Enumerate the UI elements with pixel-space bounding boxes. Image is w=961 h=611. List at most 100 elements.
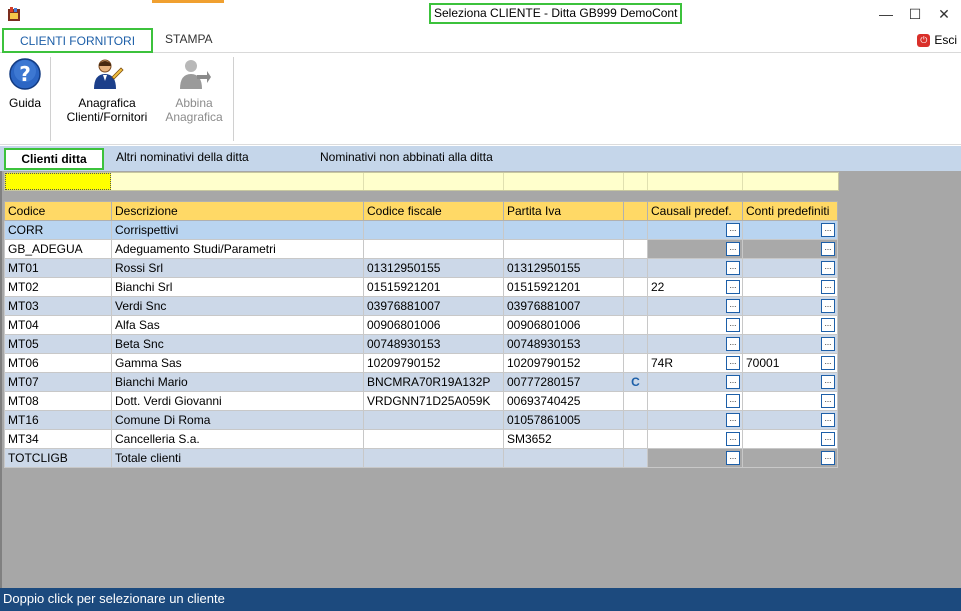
anagrafica-clienti-fornitori-button[interactable]: Anagrafica Clienti/Fornitori xyxy=(58,57,156,124)
conti-ellipsis-button[interactable]: ... xyxy=(821,242,835,256)
guida-button[interactable]: ? Guida xyxy=(4,57,46,110)
conti-ellipsis-button[interactable]: ... xyxy=(821,413,835,427)
column-header-descrizione[interactable]: Descrizione xyxy=(111,201,364,221)
conti-ellipsis-button[interactable]: ... xyxy=(821,223,835,237)
causali-ellipsis-button[interactable]: ... xyxy=(726,299,740,313)
table-row[interactable]: MT34 Cancelleria S.a. SM3652...... xyxy=(4,429,838,449)
table-row[interactable]: MT02 Bianchi Srl 01515921201 01515921201 22.… xyxy=(4,277,838,297)
cell-descrizione-text: Alfa Sas xyxy=(115,318,160,332)
cell-partita-iva: 00748930153 xyxy=(503,334,624,354)
causali-ellipsis-button[interactable]: ... xyxy=(726,242,740,256)
table-row[interactable]: GB_ADEGUA Adeguamento Studi/Parametri....… xyxy=(4,239,838,259)
causali-ellipsis-button[interactable]: ... xyxy=(726,432,740,446)
causali-ellipsis-button[interactable]: ... xyxy=(726,394,740,408)
cell-descrizione-text: Gamma Sas xyxy=(115,356,182,370)
conti-ellipsis-button[interactable]: ... xyxy=(821,394,835,408)
cell-flag-text: C xyxy=(631,375,640,389)
cell-codice-text: MT34 xyxy=(8,432,39,446)
cell-conti: ... xyxy=(742,315,838,335)
minimize-button[interactable]: — xyxy=(874,4,898,24)
column-header-codice-fiscale[interactable]: Codice fiscale xyxy=(363,201,504,221)
table-row[interactable]: CORR Corrispettivi...... xyxy=(4,220,838,240)
cell-causali-text: 74R xyxy=(651,356,674,370)
anagrafica-label-line2: Clienti/Fornitori xyxy=(66,110,148,124)
filter-codice-fiscale-input[interactable] xyxy=(364,173,504,190)
causali-ellipsis-button[interactable]: ... xyxy=(726,337,740,351)
table-row[interactable]: MT04 Alfa Sas 00906801006 00906801006...... xyxy=(4,315,838,335)
table-row[interactable]: TOTCLIGB Totale clienti...... xyxy=(4,448,838,468)
column-header-causali[interactable]: Causali predef. xyxy=(647,201,743,221)
cell-codice-fiscale xyxy=(363,448,504,468)
tab-clienti-ditta[interactable]: Clienti ditta xyxy=(4,148,104,170)
causali-ellipsis-button[interactable]: ... xyxy=(726,413,740,427)
cell-codice-fiscale: 00906801006 xyxy=(363,315,504,335)
causali-ellipsis-button[interactable]: ... xyxy=(726,451,740,465)
cell-causali: ... xyxy=(647,220,743,240)
cell-flag xyxy=(623,220,648,240)
cell-causali: ... xyxy=(647,296,743,316)
cell-codice-fiscale: VRDGNN71D25A059K xyxy=(363,391,504,411)
conti-ellipsis-button[interactable]: ... xyxy=(821,280,835,294)
conti-ellipsis-button[interactable]: ... xyxy=(821,432,835,446)
cell-codice: CORR xyxy=(4,220,112,240)
causali-ellipsis-button[interactable]: ... xyxy=(726,223,740,237)
filter-codice-input[interactable] xyxy=(5,173,111,190)
close-button[interactable]: ✕ xyxy=(932,4,956,24)
cell-partita-iva: SM3652 xyxy=(503,429,624,449)
causali-ellipsis-button[interactable]: ... xyxy=(726,356,740,370)
causali-ellipsis-button[interactable]: ... xyxy=(726,375,740,389)
cell-descrizione: Dott. Verdi Giovanni xyxy=(111,391,364,411)
cell-codice: MT05 xyxy=(4,334,112,354)
conti-ellipsis-button[interactable]: ... xyxy=(821,451,835,465)
filter-partita-iva-input[interactable] xyxy=(504,173,624,190)
exit-button[interactable]: ⏻ Esci xyxy=(917,33,957,47)
conti-ellipsis-button[interactable]: ... xyxy=(821,299,835,313)
causali-ellipsis-button[interactable]: ... xyxy=(726,261,740,275)
table-row[interactable]: MT16 Comune Di Roma 01057861005...... xyxy=(4,410,838,430)
table-row[interactable]: MT01 Rossi Srl 01312950155 01312950155.....… xyxy=(4,258,838,278)
cell-conti: ... xyxy=(742,258,838,278)
cell-descrizione: Gamma Sas xyxy=(111,353,364,373)
cell-codice-fiscale-text: BNCMRA70R19A132P xyxy=(367,375,491,389)
table-row[interactable]: MT06 Gamma Sas 10209790152 10209790152 74R..… xyxy=(4,353,838,373)
cell-causali: ... xyxy=(647,372,743,392)
cell-flag xyxy=(623,315,648,335)
cell-descrizione-text: Cancelleria S.a. xyxy=(115,432,200,446)
table-row[interactable]: MT03 Verdi Snc 03976881007 03976881007.....… xyxy=(4,296,838,316)
filter-causali-input[interactable] xyxy=(648,173,743,190)
filter-flag-input[interactable] xyxy=(624,173,648,190)
cell-codice: MT16 xyxy=(4,410,112,430)
column-header-partita-iva[interactable]: Partita Iva xyxy=(503,201,624,221)
conti-ellipsis-button[interactable]: ... xyxy=(821,318,835,332)
table-row[interactable]: MT08 Dott. Verdi Giovanni VRDGNN71D25A059K… xyxy=(4,391,838,411)
conti-ellipsis-button[interactable]: ... xyxy=(821,356,835,370)
column-header-flag[interactable] xyxy=(623,201,648,221)
cell-descrizione: Bianchi Mario xyxy=(111,372,364,392)
tab-altri-nominativi[interactable]: Altri nominativi della ditta xyxy=(116,149,249,166)
abbina-anagrafica-button[interactable]: Abbina Anagrafica xyxy=(160,57,228,124)
table-row[interactable]: MT05 Beta Snc 00748930153 00748930153...... xyxy=(4,334,838,354)
cell-descrizione-text: Verdi Snc xyxy=(115,299,167,313)
filter-conti-input[interactable] xyxy=(743,173,838,190)
causali-ellipsis-button[interactable]: ... xyxy=(726,318,740,332)
filter-descrizione-input[interactable] xyxy=(112,173,364,190)
column-header-conti[interactable]: Conti predefiniti xyxy=(742,201,838,221)
maximize-button[interactable]: ☐ xyxy=(903,4,927,24)
cell-partita-iva-text: 01057861005 xyxy=(507,413,581,427)
cell-descrizione-text: Corrispettivi xyxy=(115,223,179,237)
causali-ellipsis-button[interactable]: ... xyxy=(726,280,740,294)
cell-codice-fiscale: 00748930153 xyxy=(363,334,504,354)
conti-ellipsis-button[interactable]: ... xyxy=(821,337,835,351)
cell-descrizione: Corrispettivi xyxy=(111,220,364,240)
tab-nominativi-non-abbinati[interactable]: Nominativi non abbinati alla ditta xyxy=(320,149,493,166)
conti-ellipsis-button[interactable]: ... xyxy=(821,261,835,275)
cell-codice-text: MT08 xyxy=(8,394,39,408)
ribbon-toolbar: ? Guida Anagrafica Clienti/Fornitori Abb… xyxy=(0,53,961,145)
tab-clienti-fornitori[interactable]: CLIENTI FORNITORI xyxy=(2,28,153,53)
cell-partita-iva-text: 03976881007 xyxy=(507,299,581,313)
column-header-codice[interactable]: Codice xyxy=(4,201,112,221)
cell-codice-fiscale-text: 00748930153 xyxy=(367,337,441,351)
table-row[interactable]: MT07 Bianchi Mario BNCMRA70R19A132P 0077728… xyxy=(4,372,838,392)
conti-ellipsis-button[interactable]: ... xyxy=(821,375,835,389)
tab-stampa[interactable]: STAMPA xyxy=(165,28,213,53)
